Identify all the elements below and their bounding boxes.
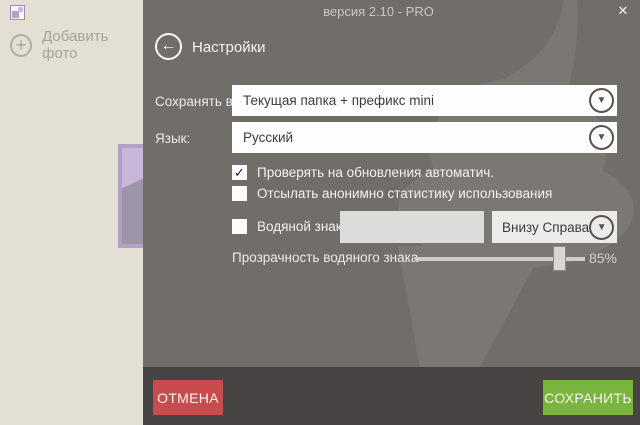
auto-update-checkbox-row[interactable]: ✓ Проверять на обновления автоматич. [232,165,494,180]
chevron-down-icon: ▼ [589,125,614,150]
opacity-label: Прозрачность водяного знака [232,250,418,265]
auto-update-label: Проверять на обновления автоматич. [257,165,494,180]
language-value: Русский [243,130,589,145]
back-arrow-icon: ← [161,38,177,54]
opacity-slider-handle[interactable] [553,246,566,271]
checkbox-checked[interactable]: ✓ [232,165,247,180]
chevron-down-icon: ▼ [589,88,614,113]
chevron-down-icon: ▼ [589,215,614,240]
add-photo-button[interactable]: + Добавить фото [10,33,143,57]
version-title: версия 2.10 - PRO [143,4,640,19]
language-dropdown[interactable]: Русский ▼ [232,122,617,153]
save-to-label: Сохранять в: [155,94,237,109]
watermark-label: Водяной знак [257,219,342,234]
watermark-position-value: Внизу Справа [502,220,589,235]
save-button[interactable]: СОХРАНИТЬ [543,380,633,415]
checkbox-unchecked[interactable] [232,219,247,234]
close-icon[interactable]: ✕ [615,3,631,19]
watermark-checkbox-row[interactable]: Водяной знак [232,219,342,234]
back-button[interactable]: ← [155,33,182,60]
footer-bar: ОТМЕНА СОХРАНИТЬ [143,367,640,425]
page-title: Настройки [192,39,266,56]
anon-stats-checkbox-row[interactable]: Отсылать анонимно статистику использован… [232,186,552,201]
add-photo-label: Добавить фото [42,28,143,62]
save-to-dropdown[interactable]: Текущая папка + префикс mini ▼ [232,85,617,116]
watermark-text-input[interactable] [340,211,484,243]
app-logo-icon [10,5,25,20]
settings-panel: версия 2.10 - PRO ✕ ← Настройки Сохранят… [143,0,640,425]
cancel-button[interactable]: ОТМЕНА [153,380,223,415]
photo-list-sidebar: + Добавить фото [0,0,143,425]
save-to-value: Текущая папка + префикс mini [243,93,589,108]
checkbox-unchecked[interactable] [232,186,247,201]
app-window: + Добавить фото версия 2.10 - PRO ✕ ← На… [0,0,640,425]
opacity-value: 85% [577,250,617,266]
anon-stats-label: Отсылать анонимно статистику использован… [257,186,552,201]
plus-icon: + [10,34,32,57]
watermark-position-dropdown[interactable]: Внизу Справа ▼ [492,211,617,243]
language-label: Язык: [155,131,190,146]
